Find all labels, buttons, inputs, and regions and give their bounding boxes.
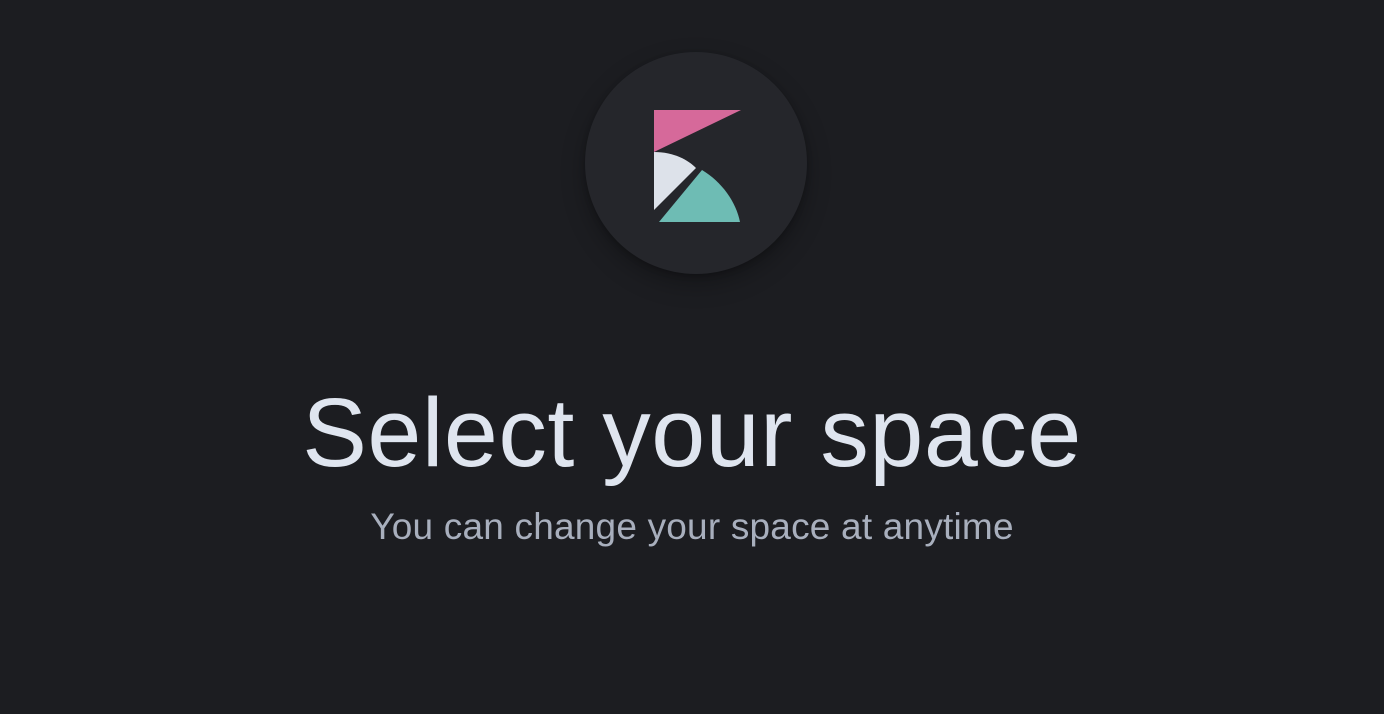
kibana-logo-icon xyxy=(654,110,741,222)
space-selector-page: Select your space You can change your sp… xyxy=(0,0,1384,714)
logo-badge xyxy=(585,52,807,274)
page-title: Select your space xyxy=(302,378,1082,487)
page-subtitle: You can change your space at anytime xyxy=(370,506,1014,547)
